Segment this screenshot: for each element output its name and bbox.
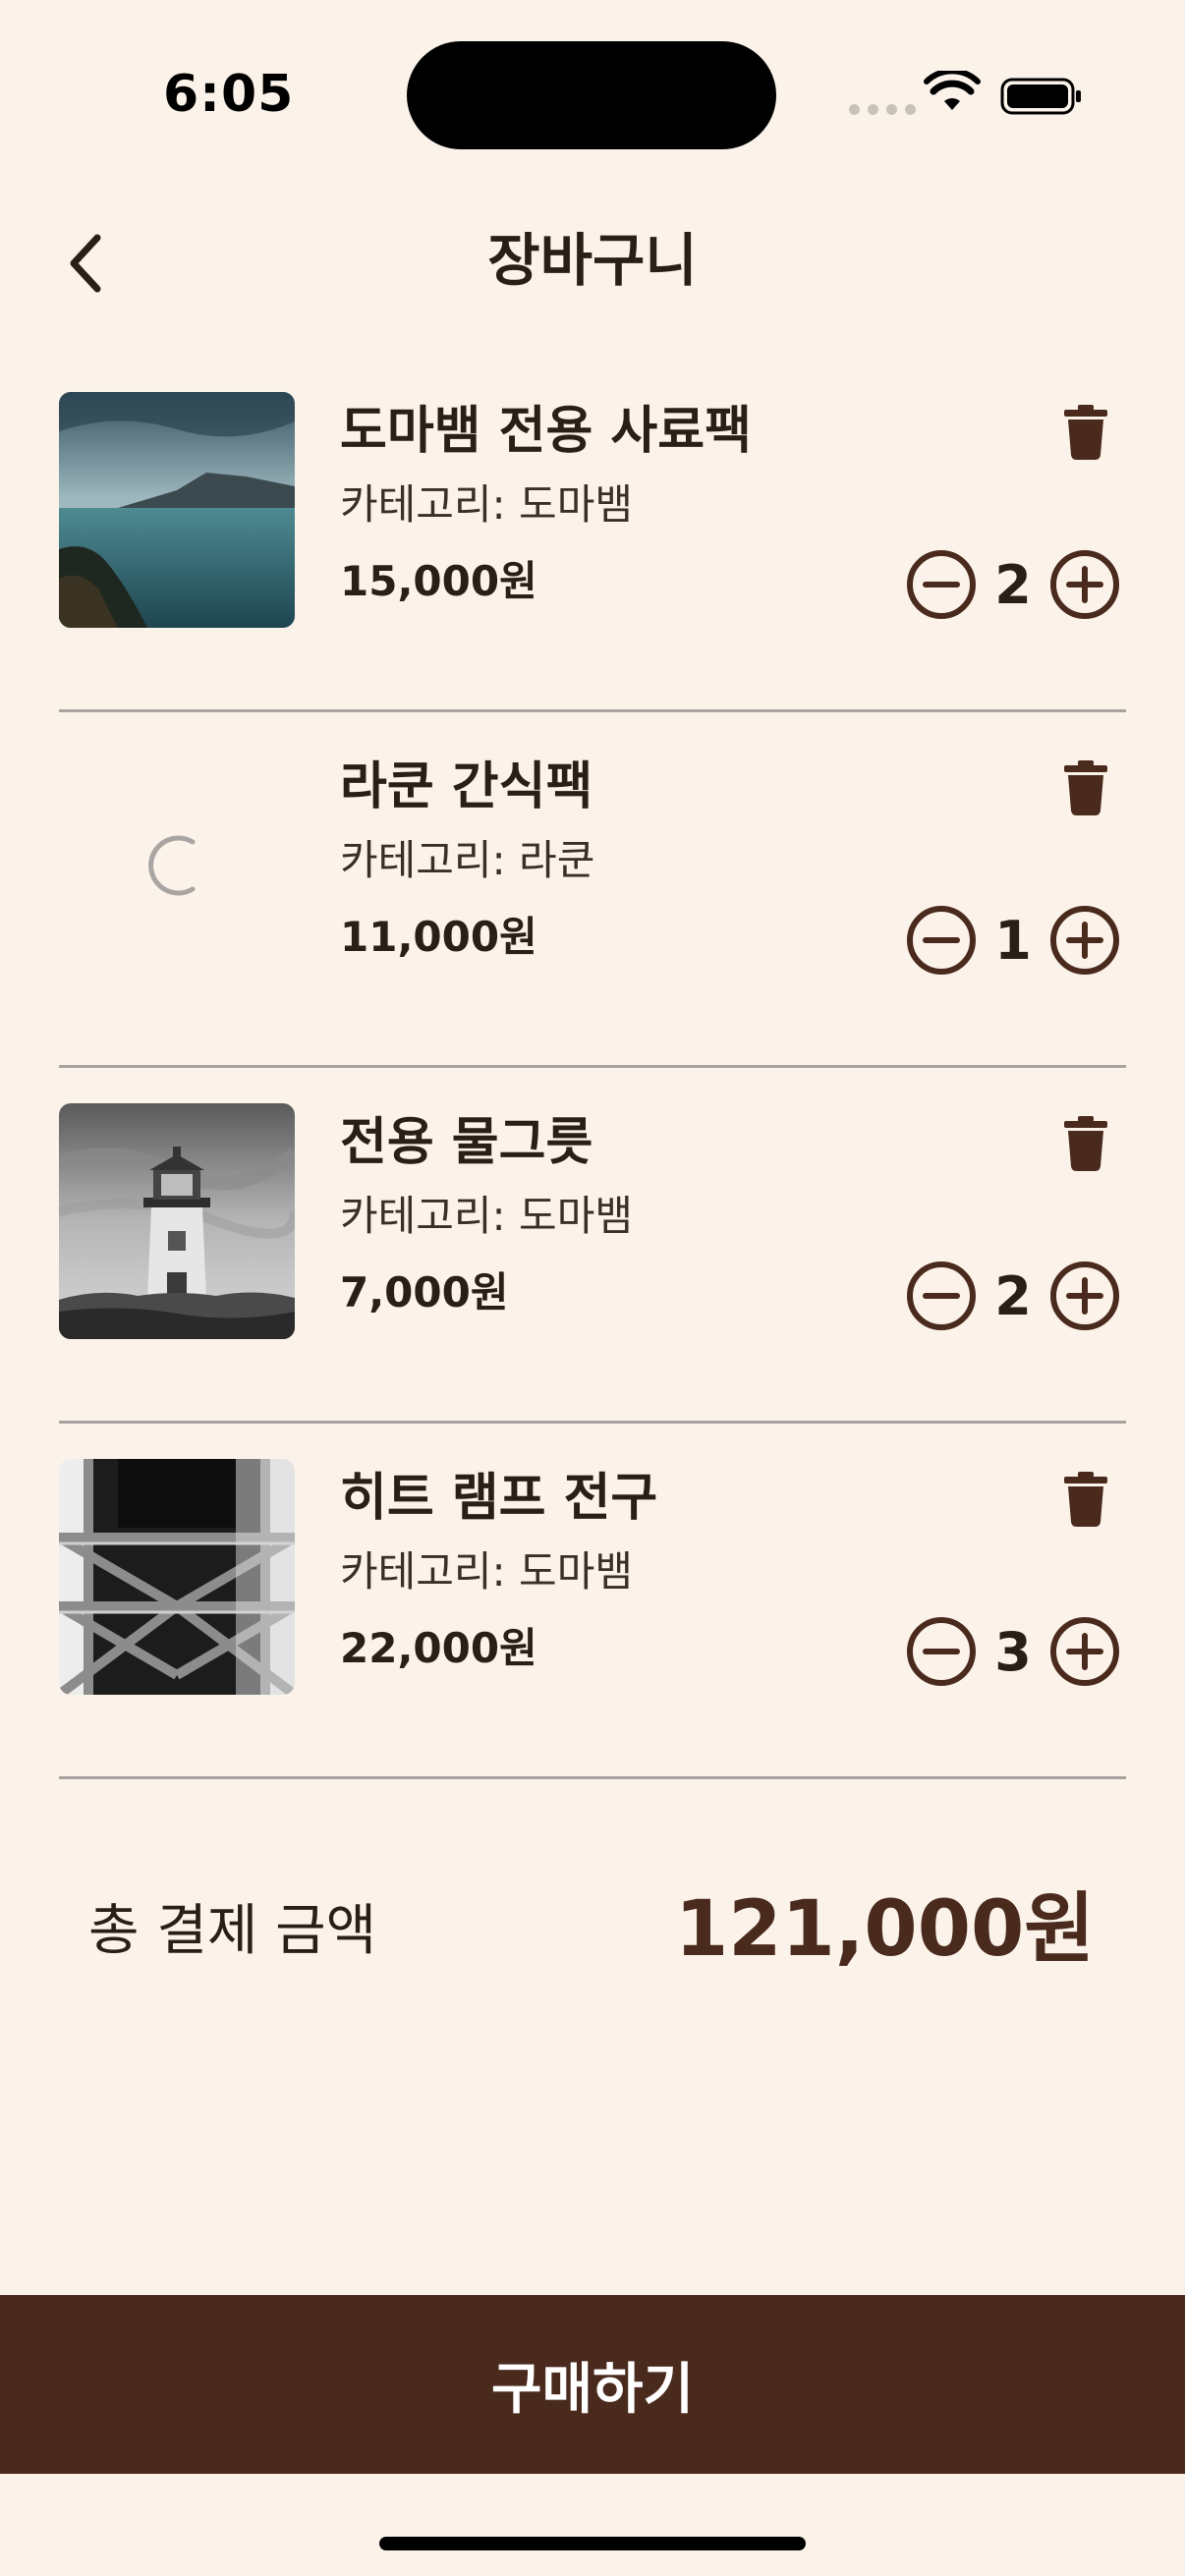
cart-item: 전용 물그릇 카테고리: 도마뱀 7,000원 2 [59, 1068, 1126, 1424]
plus-circle-icon [1050, 550, 1119, 619]
home-indicator[interactable] [379, 2537, 806, 2550]
trash-icon [1064, 760, 1107, 815]
item-name: 라쿤 간식팩 [340, 757, 593, 816]
item-price: 22,000원 [340, 1624, 537, 1672]
total-label: 총 결제 금액 [88, 1899, 377, 1963]
product-image-steel-tower [59, 1459, 295, 1695]
quantity-stepper: 1 [904, 903, 1122, 978]
item-price: 7,000원 [340, 1268, 509, 1316]
increase-quantity-button[interactable] [1047, 1614, 1122, 1689]
purchase-button[interactable]: 구매하기 [0, 2295, 1185, 2474]
item-category: 카테고리: 라쿤 [340, 836, 595, 884]
item-name: 히트 램프 전구 [340, 1469, 658, 1528]
quantity-value: 1 [994, 909, 1032, 972]
product-image-lighthouse [59, 1103, 295, 1339]
item-name: 전용 물그릇 [340, 1113, 593, 1172]
loading-spinner-icon [148, 835, 196, 896]
delete-button[interactable] [1047, 394, 1124, 471]
trash-icon [1064, 1472, 1107, 1527]
decrease-quantity-button[interactable] [904, 547, 979, 622]
plus-circle-icon [1050, 1261, 1119, 1330]
decrease-quantity-button[interactable] [904, 1614, 979, 1689]
trash-icon [1064, 405, 1107, 460]
item-price: 11,000원 [340, 913, 537, 961]
delete-button[interactable] [1047, 1105, 1124, 1182]
quantity-stepper: 2 [904, 1259, 1122, 1333]
cart-list: 도마뱀 전용 사료팩 카테고리: 도마뱀 15,000원 2 라쿤 간식팩 카테… [59, 357, 1126, 1779]
delete-button[interactable] [1047, 750, 1124, 826]
status-bar: 6:05 [0, 0, 1185, 187]
quantity-stepper: 3 [904, 1614, 1122, 1689]
wifi-icon [924, 71, 981, 110]
cart-item: 히트 램프 전구 카테고리: 도마뱀 22,000원 3 [59, 1424, 1126, 1779]
minus-circle-icon [907, 1617, 976, 1686]
product-image-lake [59, 392, 295, 628]
item-category: 카테고리: 도마뱀 [340, 1192, 633, 1240]
decrease-quantity-button[interactable] [904, 1259, 979, 1333]
minus-circle-icon [907, 550, 976, 619]
dynamic-island [407, 41, 776, 149]
quantity-value: 3 [994, 1620, 1032, 1683]
battery-icon [1000, 78, 1081, 115]
decrease-quantity-button[interactable] [904, 903, 979, 978]
item-category: 카테고리: 도마뱀 [340, 1547, 633, 1596]
status-time: 6:05 [163, 65, 295, 124]
trash-icon [1064, 1116, 1107, 1171]
total-value: 121,000원 [674, 1885, 1095, 1974]
cart-item: 도마뱀 전용 사료팩 카테고리: 도마뱀 15,000원 2 [59, 357, 1126, 712]
page-title: 장바구니 [487, 227, 698, 294]
minus-circle-icon [907, 906, 976, 975]
increase-quantity-button[interactable] [1047, 547, 1122, 622]
item-category: 카테고리: 도마뱀 [340, 480, 633, 529]
quantity-stepper: 2 [904, 547, 1122, 622]
minus-circle-icon [907, 1261, 976, 1330]
product-image-loading [59, 748, 295, 983]
item-price: 15,000원 [340, 557, 537, 605]
increase-quantity-button[interactable] [1047, 903, 1122, 978]
cellular-signal-icon [849, 104, 916, 115]
cart-item: 라쿤 간식팩 카테고리: 라쿤 11,000원 1 [59, 712, 1126, 1068]
plus-circle-icon [1050, 906, 1119, 975]
item-name: 도마뱀 전용 사료팩 [340, 402, 752, 461]
delete-button[interactable] [1047, 1461, 1124, 1538]
quantity-value: 2 [994, 553, 1032, 616]
quantity-value: 2 [994, 1264, 1032, 1327]
plus-circle-icon [1050, 1617, 1119, 1686]
increase-quantity-button[interactable] [1047, 1259, 1122, 1333]
